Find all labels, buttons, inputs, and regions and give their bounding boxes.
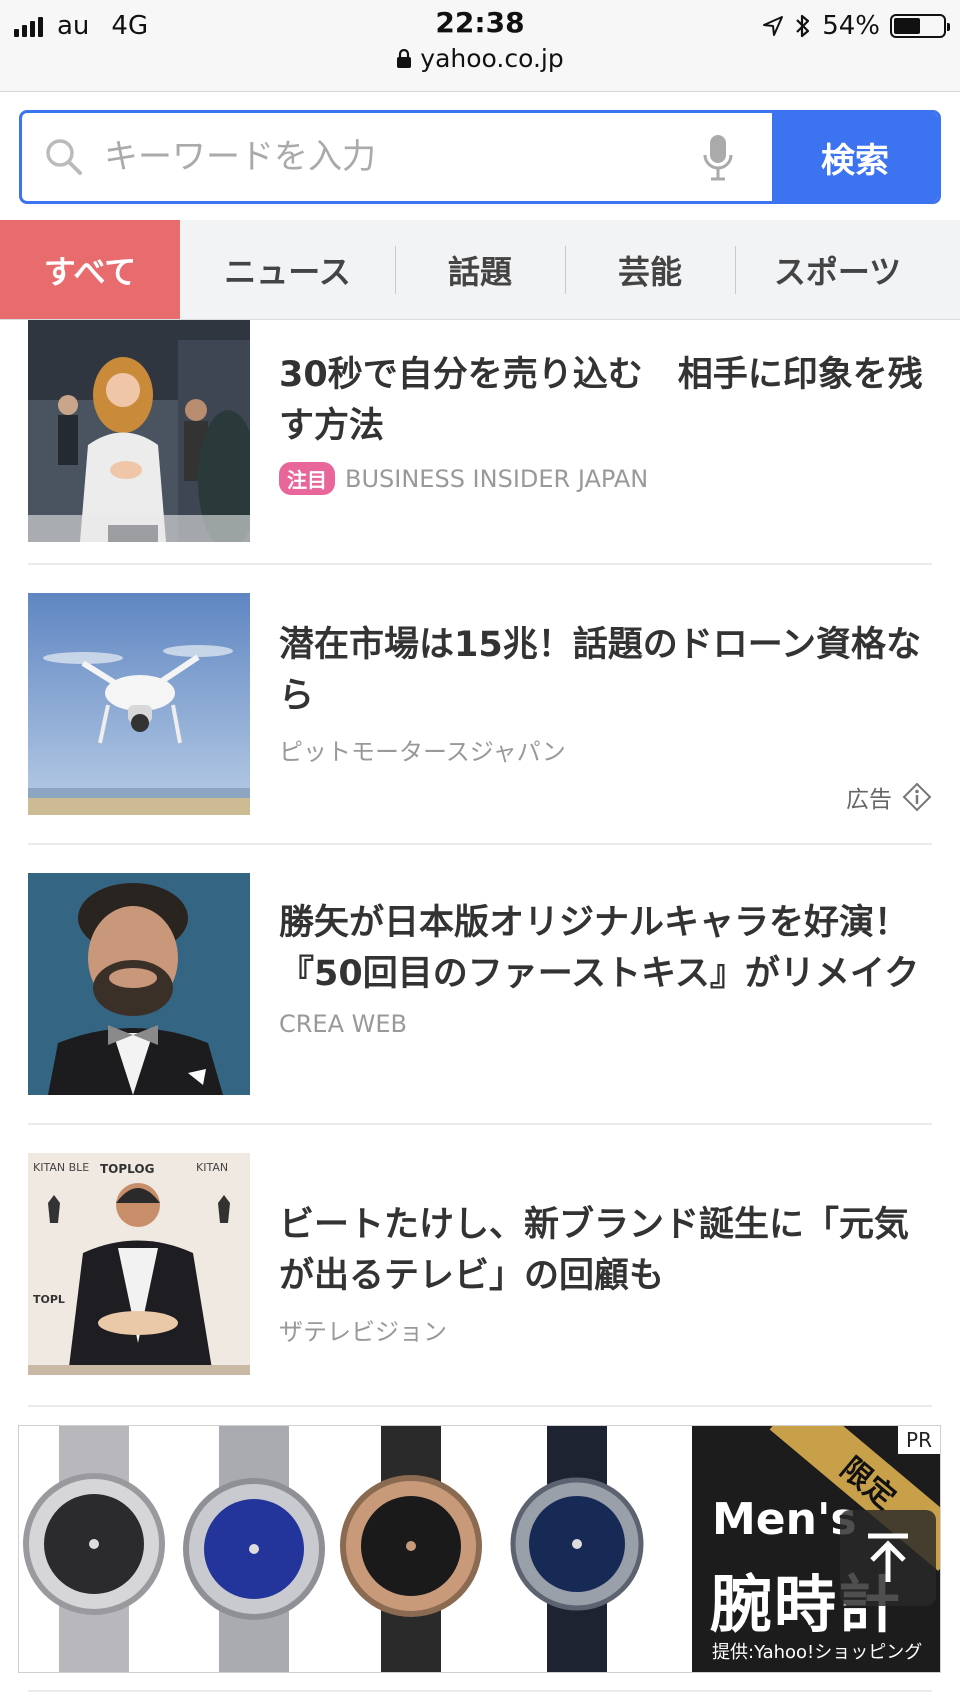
scroll-to-top-button[interactable] xyxy=(840,1510,936,1606)
bluetooth-icon xyxy=(796,14,810,38)
lock-icon xyxy=(397,48,412,68)
article-source: CREA WEB xyxy=(279,1010,408,1038)
article-source: ザテレビジョン xyxy=(279,1318,447,1346)
article-thumbnail: KITAN BLE TOPLOG KITAN TOPL xyxy=(28,1153,250,1375)
svg-text:KITAN: KITAN xyxy=(196,1161,228,1174)
banner-provider: 提供:Yahoo!ショッピング xyxy=(712,1642,923,1663)
article-title: 勝矢が日本版オリジナルキャラを好演！『50回目のファーストキス』がリメイク xyxy=(279,903,920,994)
article-item[interactable]: 勝矢が日本版オリジナルキャラを好演！『50回目のファーストキス』がリメイク CR… xyxy=(28,845,932,1125)
tab-news[interactable]: ニュース xyxy=(180,220,395,319)
article-item[interactable]: KITAN BLE TOPLOG KITAN TOPL ビートたけし、新ブランド… xyxy=(28,1125,932,1407)
article-meta: ザテレビジョン xyxy=(279,1312,929,1347)
battery-icon xyxy=(890,14,950,38)
article-source: BUSINESS INSIDER JAPAN xyxy=(345,464,649,493)
article-thumbnail xyxy=(28,593,250,815)
location-arrow-icon xyxy=(763,16,784,36)
article-item[interactable]: 潜在市場は15兆！話題のドローン資格なら ピットモータースジャパン 広告 xyxy=(28,565,932,845)
article-item[interactable]: 30秒で自分を売り込む 相手に印象を残す方法 注目 BUSINESS INSID… xyxy=(28,320,932,565)
banner-headline-en: Men's xyxy=(712,1494,857,1545)
search-input[interactable] xyxy=(104,137,664,177)
shopping-banner-ad[interactable]: 限定 PR Men's 腕時計 提供:Yahoo!ショッピング xyxy=(18,1425,941,1673)
article-title: ビートたけし、新ブランド誕生に「元気が出るテレビ」の回顧も xyxy=(279,1205,910,1296)
watch-product-image xyxy=(23,1426,644,1672)
tab-all[interactable]: すべて xyxy=(0,220,180,319)
featured-badge: 注目 xyxy=(279,462,335,495)
article-meta: ピットモータースジャパン xyxy=(279,732,929,767)
status-bar: au 4G 22:38 54% yahoo.co.jp xyxy=(0,0,960,92)
battery-percent: 54% xyxy=(822,11,880,41)
article-text: 30秒で自分を売り込む 相手に印象を残す方法 注目 BUSINESS INSID… xyxy=(279,350,929,495)
search-icon xyxy=(46,139,82,175)
article-thumbnail xyxy=(28,873,250,1095)
status-right: 54% xyxy=(762,8,950,44)
article-meta: 注目 BUSINESS INSIDER JAPAN xyxy=(279,462,929,495)
article-title: 30秒で自分を売り込む 相手に印象を残す方法 xyxy=(279,355,923,446)
svg-text:TOPLOG: TOPLOG xyxy=(100,1162,154,1176)
article-meta: CREA WEB xyxy=(279,1010,929,1038)
pr-label: PR xyxy=(898,1426,940,1454)
tab-entertainment[interactable]: 芸能 xyxy=(565,220,735,319)
svg-text:TOPL: TOPL xyxy=(33,1293,65,1306)
article-source: ピットモータースジャパン xyxy=(279,738,566,766)
article-text: 勝矢が日本版オリジナルキャラを好演！『50回目のファーストキス』がリメイク CR… xyxy=(279,898,929,1038)
arrow-up-icon xyxy=(868,1533,908,1582)
ad-label[interactable]: 広告 xyxy=(846,780,932,814)
article-title: 潜在市場は15兆！話題のドローン資格なら xyxy=(279,625,921,716)
info-icon xyxy=(902,782,932,812)
microphone-icon[interactable] xyxy=(702,133,734,183)
svg-text:KITAN BLE: KITAN BLE xyxy=(33,1161,89,1174)
search-box[interactable] xyxy=(22,113,772,201)
article-thumbnail xyxy=(28,320,250,542)
tab-topics[interactable]: 話題 xyxy=(395,220,565,319)
url-bar[interactable]: yahoo.co.jp xyxy=(0,44,960,73)
article-text: 潜在市場は15兆！話題のドローン資格なら ピットモータースジャパン xyxy=(279,620,929,767)
ad-label-text: 広告 xyxy=(846,787,892,813)
search-button[interactable]: 検索 xyxy=(772,113,938,201)
article-text: ビートたけし、新ブランド誕生に「元気が出るテレビ」の回顧も ザテレビジョン xyxy=(279,1200,929,1347)
category-tabs: すべて ニュース 話題 芸能 スポーツ xyxy=(0,220,960,320)
tab-sports[interactable]: スポーツ xyxy=(735,220,940,319)
search-bar: 検索 xyxy=(19,110,941,204)
url-text: yahoo.co.jp xyxy=(420,44,564,73)
divider xyxy=(28,1690,932,1692)
